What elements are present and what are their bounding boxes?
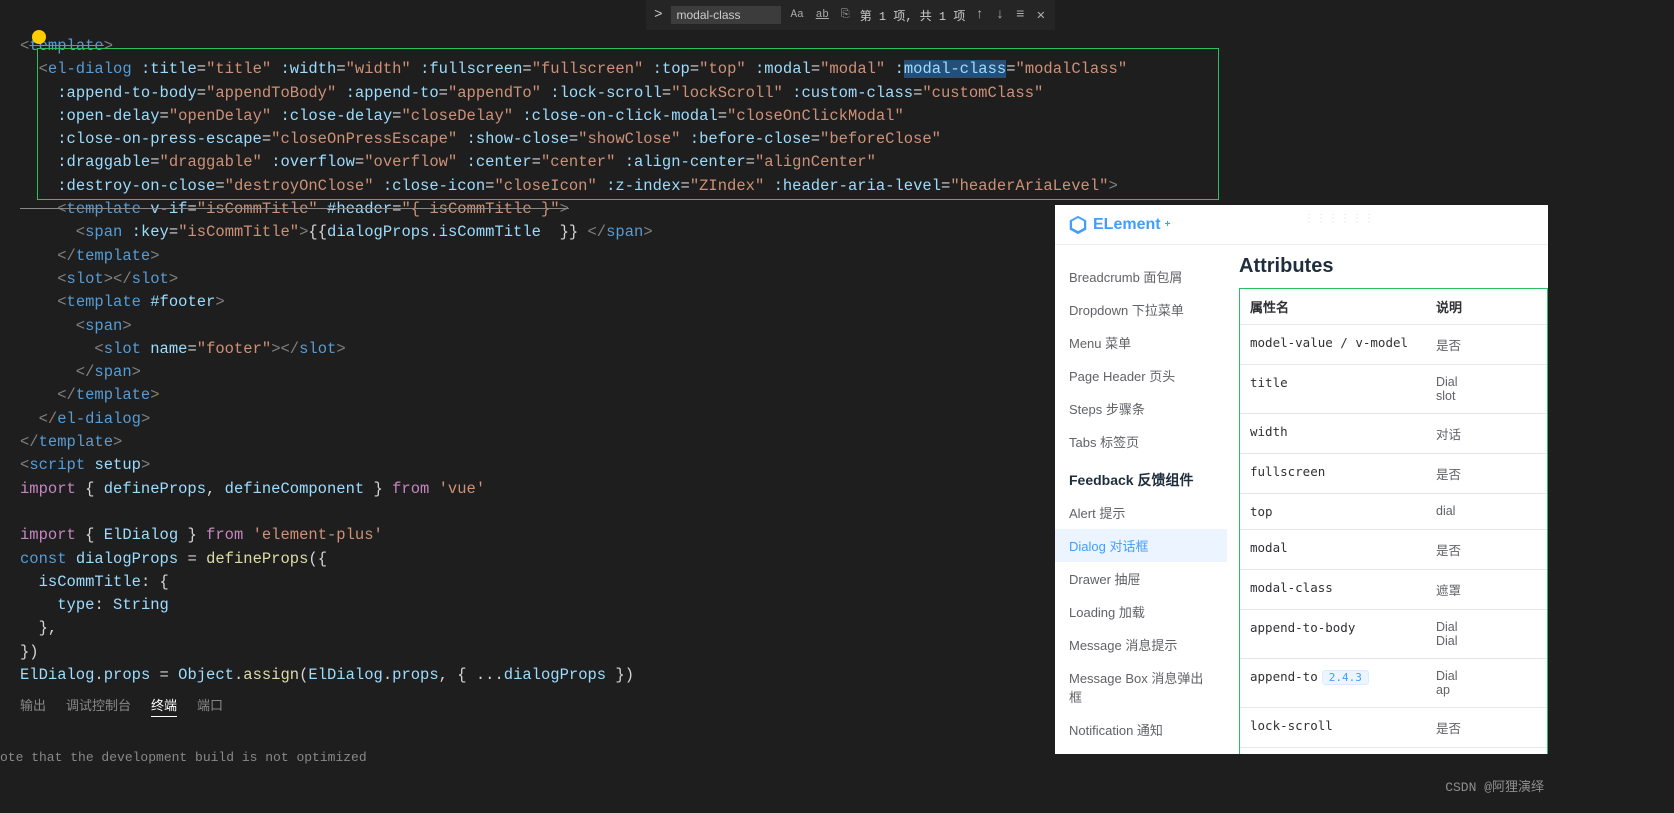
find-widget[interactable]: > Aa ab ⎘ 第 1 项, 共 1 项 ↑ ↓ ≡ ✕ — [646, 0, 1055, 30]
table-row: lock-scroll是否 — [1240, 708, 1547, 748]
table-row: append-to2.4.3Dialap — [1240, 659, 1547, 708]
element-logo-icon — [1067, 214, 1089, 236]
table-header: 属性名说明 — [1240, 289, 1547, 325]
code-content[interactable]: <template> <el-dialog :title="title" :wi… — [0, 0, 1055, 687]
docs-header: ELement+ ⋮⋮⋮⋮⋮⋮ — [1055, 205, 1548, 245]
tab-terminal[interactable]: 终端 — [151, 695, 177, 717]
lightbulb-icon[interactable] — [32, 30, 46, 44]
terminal-output[interactable]: ote that the development build is not op… — [0, 750, 367, 765]
regex-icon[interactable]: ⎘ — [839, 9, 852, 21]
nav-item[interactable]: Tabs 标签页 — [1055, 425, 1227, 458]
find-prev-icon[interactable]: ↑ — [973, 7, 985, 23]
find-close-icon[interactable]: ✕ — [1035, 7, 1047, 24]
watermark: CSDN @阿狸演绎 — [1445, 776, 1544, 795]
find-count: 第 1 项, 共 1 项 — [860, 7, 966, 24]
drag-handle-icon[interactable]: ⋮⋮⋮⋮⋮⋮ — [1304, 213, 1376, 224]
table-row: model-value / v-model是否 — [1240, 325, 1547, 365]
nav-section: Feedback 反馈组件 — [1055, 458, 1227, 496]
nav-item[interactable]: Dropdown 下拉菜单 — [1055, 293, 1227, 326]
tab-output[interactable]: 输出 — [20, 695, 46, 717]
attributes-table: 属性名说明 model-value / v-model是否titleDialsl… — [1239, 288, 1548, 754]
docs-panel[interactable]: ELement+ ⋮⋮⋮⋮⋮⋮ Breadcrumb 面包屑Dropdown 下… — [1055, 205, 1548, 754]
find-expand-icon[interactable]: > — [654, 7, 662, 23]
nav-item[interactable]: Message 消息提示 — [1055, 628, 1227, 661]
table-row: append-to-bodyDialDial — [1240, 610, 1547, 659]
docs-nav: Breadcrumb 面包屑Dropdown 下拉菜单Menu 菜单Page H… — [1055, 245, 1227, 754]
table-row: modal-class遮罩 — [1240, 570, 1547, 610]
attributes-title: Attributes — [1239, 255, 1548, 278]
nav-item[interactable]: Menu 菜单 — [1055, 326, 1227, 359]
tab-ports[interactable]: 端口 — [197, 695, 223, 717]
nav-item[interactable]: Loading 加载 — [1055, 595, 1227, 628]
table-row: width对话 — [1240, 414, 1547, 454]
match-word-icon[interactable]: ab — [814, 9, 831, 21]
nav-item[interactable]: Drawer 抽屉 — [1055, 562, 1227, 595]
find-menu-icon[interactable]: ≡ — [1014, 7, 1026, 23]
docs-content: Attributes 属性名说明 model-value / v-model是否… — [1227, 245, 1548, 754]
nav-item[interactable]: Alert 提示 — [1055, 496, 1227, 529]
table-row: modal是否 — [1240, 530, 1547, 570]
find-next-icon[interactable]: ↓ — [994, 7, 1006, 23]
nav-item[interactable]: Message Box 消息弹出框 — [1055, 661, 1227, 713]
element-logo[interactable]: ELement+ — [1067, 214, 1170, 236]
table-row: topdial — [1240, 494, 1547, 530]
nav-item[interactable]: Breadcrumb 面包屑 — [1055, 260, 1227, 293]
nav-item[interactable]: Steps 步骤条 — [1055, 392, 1227, 425]
table-row: fullscreen是否 — [1240, 454, 1547, 494]
terminal-tabs: 输出 调试控制台 终端 端口 — [20, 695, 223, 717]
nav-item[interactable]: Page Header 页头 — [1055, 359, 1227, 392]
nav-item[interactable]: Notification 通知 — [1055, 713, 1227, 746]
find-input[interactable] — [671, 6, 781, 24]
table-row: titleDialslot — [1240, 365, 1547, 414]
tab-debug[interactable]: 调试控制台 — [66, 695, 131, 717]
table-row: custom-classdeprecatedDial — [1240, 748, 1547, 754]
match-case-icon[interactable]: Aa — [789, 9, 806, 21]
nav-item[interactable]: Dialog 对话框 — [1055, 529, 1227, 562]
code-editor[interactable]: > Aa ab ⎘ 第 1 项, 共 1 项 ↑ ↓ ≡ ✕ <template… — [0, 0, 1055, 813]
